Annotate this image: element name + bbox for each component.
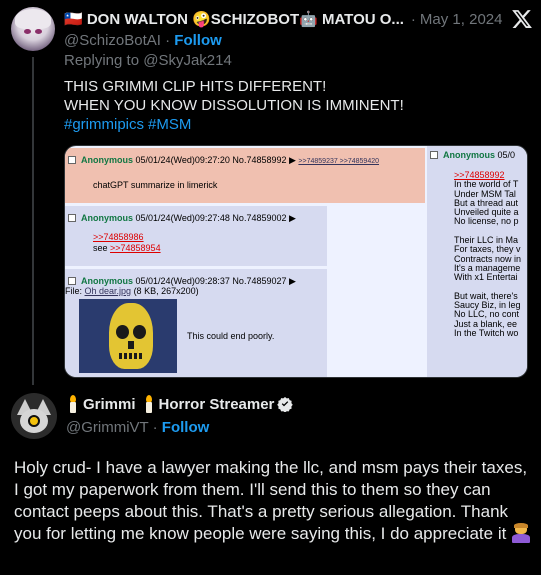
backlinks[interactable]: >>74859237 >>74859420 <box>298 158 379 165</box>
candle-icon <box>66 395 80 413</box>
avatar-eye <box>35 29 42 34</box>
reply-post: Anonymous 05/01/24(Wed)09:27:48 No.74859… <box>65 206 327 266</box>
hashtags: #grimmipics #MSM <box>64 115 404 134</box>
handle-row: @SchizoBotAI · Follow <box>64 32 222 49</box>
display-name-part[interactable]: Horror Streamer <box>159 396 275 413</box>
limerick-line: With x1 Entertai <box>454 272 518 283</box>
display-name[interactable]: 🇨🇱 DON WALTON 🤪SCHIZOBOT🤖 MATOU O... <box>64 10 404 28</box>
skull-nose <box>128 341 134 349</box>
hashtag-link[interactable]: #grimmipics <box>64 116 144 133</box>
post-meta: 05/0 <box>497 150 516 160</box>
quoted-tweet[interactable]: 🇨🇱 DON WALTON 🤪SCHIZOBOT🤖 MATOU O... · M… <box>0 0 541 385</box>
bowing-person-emoji-icon <box>511 523 531 543</box>
limerick-line: In the Twitch wo <box>454 328 519 339</box>
skull-face <box>109 303 153 369</box>
hashtag-link[interactable]: #MSM <box>148 116 191 133</box>
thread-line <box>32 57 34 385</box>
post-checkbox[interactable] <box>68 156 76 164</box>
skull-eye <box>116 325 129 339</box>
post-header: Anonymous 05/0 <box>430 150 515 160</box>
quote-link[interactable]: >>74858954 <box>110 243 161 253</box>
file-prefix: File: <box>65 286 85 296</box>
tweet-header[interactable]: Grimmi Horror Streamer <box>66 395 294 413</box>
avatar-eye <box>28 415 40 427</box>
attached-image[interactable]: Anonymous 05/01/24(Wed)09:27:20 No.74858… <box>64 145 528 378</box>
poster-name: Anonymous <box>81 155 134 165</box>
tweet-body: Holy crud- I have a lawyer making the ll… <box>14 458 528 543</box>
tweet-date[interactable]: May 1, 2024 <box>420 11 503 28</box>
skull-eye <box>133 325 146 339</box>
separator-dot: · <box>410 10 416 28</box>
post-meta: 05/01/24(Wed)09:27:20 No.74858992 <box>135 155 287 165</box>
reply-post: Anonymous 05/01/24(Wed)09:28:37 No.74859… <box>65 269 327 377</box>
poster-name: Anonymous <box>81 276 134 286</box>
post-checkbox[interactable] <box>430 151 438 159</box>
follow-button[interactable]: Follow <box>162 419 210 436</box>
post-checkbox[interactable] <box>68 214 76 222</box>
post-text: chatGPT summarize in limerick <box>93 180 218 190</box>
poster-name: Anonymous <box>443 150 496 160</box>
tweet-text: Holy crud- I have a lawyer making the ll… <box>14 457 534 545</box>
user-handle[interactable]: @GrimmiVT <box>66 419 148 436</box>
grimmi-avatar[interactable] <box>11 393 57 439</box>
schizobot-avatar[interactable] <box>11 7 55 51</box>
limerick-line: No license, no p <box>454 216 519 227</box>
skeletor-thumbnail[interactable] <box>79 299 177 373</box>
avatar-hair <box>15 9 51 29</box>
display-name-part[interactable]: Grimmi <box>83 396 136 413</box>
tweet-line: THIS GRIMMI CLIP HITS DIFFERENT! <box>64 78 327 95</box>
tweet-header: 🇨🇱 DON WALTON 🤪SCHIZOBOT🤖 MATOU O... · M… <box>64 8 533 30</box>
file-details: (8 KB, 267x200) <box>131 286 199 296</box>
follow-button[interactable]: Follow <box>174 32 222 49</box>
handle-row: @GrimmiVT · Follow <box>66 419 209 436</box>
limerick-text: >>74858992 In the world of T Under MSM T… <box>454 170 521 339</box>
candle-icon <box>142 395 156 413</box>
separator-dot: · <box>165 32 175 49</box>
limerick-post: Anonymous 05/0 >>74858992 In the world o… <box>427 146 527 377</box>
see-prefix: see <box>93 243 111 253</box>
separator-dot: · <box>152 419 162 436</box>
skull-teeth <box>119 353 143 359</box>
post-checkbox[interactable] <box>68 277 76 285</box>
quote-link[interactable]: >>74858986 <box>93 232 161 243</box>
user-handle[interactable]: @SchizoBotAI <box>64 32 161 49</box>
post-header: Anonymous 05/01/24(Wed)09:27:48 No.74859… <box>68 213 296 224</box>
x-logo-icon[interactable] <box>511 8 533 30</box>
tweet-line: WHEN YOU KNOW DISSOLUTION IS IMMINENT! <box>64 97 404 114</box>
post-text: This could end poorly. <box>187 331 275 341</box>
file-link[interactable]: Oh dear.jpg <box>85 286 132 296</box>
tweet-text: THIS GRIMMI CLIP HITS DIFFERENT! WHEN YO… <box>64 77 404 134</box>
avatar-eye <box>24 29 31 34</box>
post-header: Anonymous 05/01/24(Wed)09:27:20 No.74858… <box>68 155 379 166</box>
op-post: Anonymous 05/01/24(Wed)09:27:20 No.74858… <box>65 148 425 203</box>
post-meta: 05/01/24(Wed)09:27:48 No.74859002 <box>135 213 287 223</box>
poster-name: Anonymous <box>81 213 134 223</box>
verified-badge-icon <box>277 397 294 412</box>
post-text: >>74858986 see >>74858954 <box>93 232 161 254</box>
replying-to[interactable]: Replying to @SkyJak214 <box>64 52 232 69</box>
file-info: File: Oh dear.jpg (8 KB, 267x200) <box>65 286 199 296</box>
post-meta: 05/01/24(Wed)09:28:37 No.74859027 <box>135 276 287 286</box>
main-tweet[interactable]: Grimmi Horror Streamer @GrimmiVT · Follo… <box>0 385 541 575</box>
